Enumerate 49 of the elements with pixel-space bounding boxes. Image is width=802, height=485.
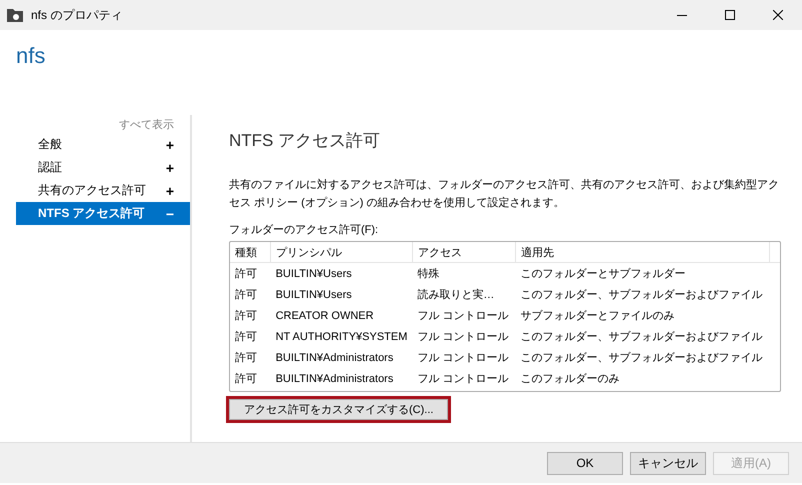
sidebar-item[interactable]: 認証 + bbox=[16, 156, 190, 179]
table-cell-text: 許可 bbox=[234, 372, 258, 387]
table-cell-text: CREATOR OWNER bbox=[274, 308, 375, 324]
table-label: フォルダーのアクセス許可(F): bbox=[229, 223, 380, 237]
dialog-button[interactable]: OK bbox=[547, 452, 623, 474]
column-header[interactable]: アクセス bbox=[412, 242, 516, 262]
table-cell-text: フル コントロール bbox=[416, 372, 510, 387]
window-title: nfs のプロパティ bbox=[31, 6, 124, 24]
table-cell: 特殊 bbox=[412, 262, 516, 284]
table-cell-text: このフォルダー、サブフォルダーおよびファイル bbox=[520, 288, 764, 303]
column-header[interactable]: 種類 bbox=[230, 242, 271, 262]
table-cell-text: 許可 bbox=[234, 330, 258, 345]
table-cell-text: 許可 bbox=[234, 288, 258, 303]
customize-button[interactable]: アクセス許可をカスタマイズする(C)... bbox=[229, 399, 448, 420]
table-cell-text: 許可 bbox=[234, 351, 258, 366]
table-cell: 許可 bbox=[230, 262, 271, 284]
table-cell-text: BUILTIN¥Administrators bbox=[274, 372, 394, 386]
page-heading: nfs bbox=[15, 42, 46, 70]
toggle-icon[interactable]: + bbox=[166, 136, 174, 152]
column-header[interactable]: 適用先 bbox=[516, 242, 770, 262]
table-cell-text: BUILTIN¥Users bbox=[274, 288, 353, 302]
minimize-icon[interactable] bbox=[677, 14, 687, 16]
table-cell-text: フル コントロール bbox=[416, 351, 510, 366]
table-cell-text: NT AUTHORITY¥SYSTEM bbox=[274, 330, 408, 344]
table-cell-text: このフォルダーのみ bbox=[520, 372, 621, 387]
folder-icon bbox=[7, 8, 23, 22]
column-header[interactable]: プリンシパル bbox=[270, 242, 412, 262]
table-cell-text: このフォルダー、サブフォルダーおよびファイル bbox=[520, 330, 764, 345]
table-cell-text: フル コントロール bbox=[416, 309, 510, 324]
table-cell-text: このフォルダー、サブフォルダーおよびファイル bbox=[520, 350, 764, 366]
show-all-link[interactable]: すべて表示 bbox=[16, 117, 190, 133]
toggle-icon[interactable]: − bbox=[166, 206, 174, 222]
sidebar-item[interactable]: 全般 + bbox=[16, 133, 190, 156]
table-cell-text: フル コントロール bbox=[416, 330, 510, 345]
toggle-icon[interactable]: + bbox=[166, 160, 174, 176]
section-title: NTFS アクセス許可 bbox=[229, 130, 382, 152]
toggle-icon[interactable]: + bbox=[166, 182, 174, 198]
table-cell-text: BUILTIN¥Administrators bbox=[274, 350, 394, 366]
dialog-button[interactable]: キャンセル bbox=[630, 452, 706, 474]
table-cell-text: サブフォルダーとファイルのみ bbox=[520, 308, 676, 324]
maximize-icon[interactable] bbox=[725, 10, 735, 20]
table-cell: このフォルダーとサブフォルダー bbox=[516, 262, 770, 284]
table-cell: BUILTIN¥Users bbox=[270, 262, 412, 284]
table-cell-text: 許可 bbox=[234, 309, 258, 324]
description-text: 共有のファイルに対するアクセス許可は、フォルダーのアクセス許可、共有のアクセス許可、および集約型アクセス ポリシー (オプション) の組み合わせを使用して設定されます。 bbox=[229, 178, 780, 211]
sidebar-item[interactable]: 共有のアクセス許可 + bbox=[16, 179, 190, 202]
sidebar-item[interactable]: NTFS アクセス許可 − bbox=[16, 202, 190, 225]
close-icon[interactable] bbox=[773, 10, 783, 20]
table-cell-text: 読み取りと実… bbox=[416, 288, 496, 303]
